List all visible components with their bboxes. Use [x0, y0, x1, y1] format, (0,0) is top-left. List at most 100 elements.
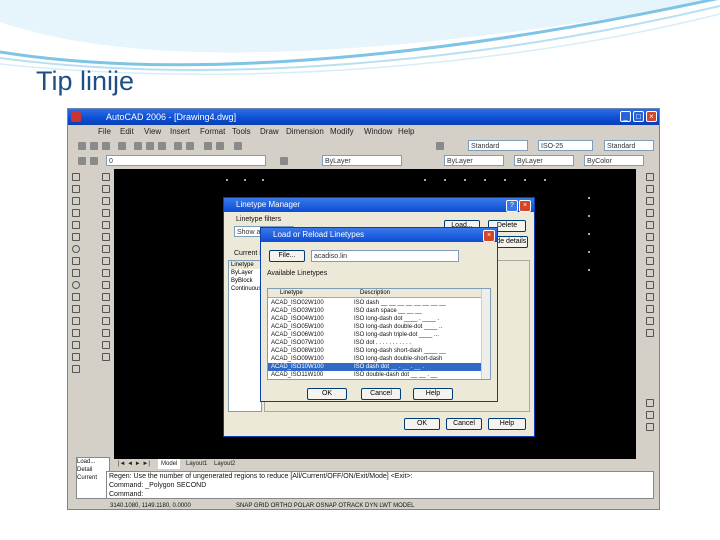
- layer-combo[interactable]: 0: [106, 155, 266, 166]
- table-row[interactable]: ACAD_ISO03W100 ISO dash space __ __ __: [268, 307, 490, 315]
- ok-button[interactable]: OK: [404, 418, 440, 430]
- color-combo[interactable]: ByLayer: [322, 155, 402, 166]
- dialog-help-icon[interactable]: ?: [506, 200, 518, 212]
- zoom-realtime-icon[interactable]: [646, 411, 654, 419]
- menu-modify[interactable]: Modify: [330, 125, 354, 138]
- polygon-icon[interactable]: [72, 209, 80, 217]
- table-row[interactable]: ACAD_ISO05W100 ISO long-dash double-dot _…: [268, 323, 490, 331]
- hatch-icon[interactable]: [72, 329, 80, 337]
- menu-format[interactable]: Format: [200, 125, 225, 138]
- menu-tools[interactable]: Tools: [232, 125, 251, 138]
- maximize-icon[interactable]: □: [633, 111, 644, 122]
- col-linetype[interactable]: Linetype: [280, 289, 303, 297]
- plotstyle-combo[interactable]: ByColor: [584, 155, 644, 166]
- help-icon[interactable]: [436, 142, 444, 150]
- leader-icon[interactable]: [646, 305, 654, 313]
- tab-layout1[interactable]: Layout1: [186, 459, 207, 469]
- chamfer-icon[interactable]: [102, 329, 110, 337]
- rotate-icon[interactable]: [102, 245, 110, 253]
- window-titlebar[interactable]: AutoCAD 2006 - [Drawing4.dwg] _ □ ×: [68, 109, 659, 125]
- table-style-combo[interactable]: Standard: [604, 140, 654, 151]
- orbit-icon[interactable]: [646, 399, 654, 407]
- new-icon[interactable]: [78, 142, 86, 150]
- command-line[interactable]: Regen: Use the number of ungenerated reg…: [106, 471, 654, 499]
- insert-block-icon[interactable]: [72, 293, 80, 301]
- move-icon[interactable]: [102, 233, 110, 241]
- mtext-icon[interactable]: [72, 365, 80, 373]
- angular-icon[interactable]: [646, 257, 654, 265]
- dim-style-combo[interactable]: ISO-25: [538, 140, 593, 151]
- redo-icon[interactable]: [186, 142, 194, 150]
- trim-icon[interactable]: [102, 281, 110, 289]
- make-current-icon[interactable]: [280, 157, 288, 165]
- dimension-icon[interactable]: [646, 173, 654, 181]
- linetype-list[interactable]: Linetype ByLayer ByBlock Continuous: [228, 260, 262, 412]
- list-item[interactable]: ByLayer: [229, 269, 261, 277]
- table-row[interactable]: ACAD_ISO10W100 ISO dash dot __ . __ . __ …: [268, 363, 490, 371]
- menu-edit[interactable]: Edit: [120, 125, 134, 138]
- radius-icon[interactable]: [646, 221, 654, 229]
- polyline-icon[interactable]: [72, 197, 80, 205]
- circle-icon[interactable]: [72, 245, 80, 253]
- pan-icon[interactable]: [204, 142, 212, 150]
- cut-icon[interactable]: [134, 142, 142, 150]
- rectangle-icon[interactable]: [72, 221, 80, 229]
- array-icon[interactable]: [102, 221, 110, 229]
- jogged-icon[interactable]: [646, 233, 654, 241]
- col-description[interactable]: Description: [360, 289, 390, 297]
- aligned-dim-icon[interactable]: [646, 185, 654, 193]
- erase-icon[interactable]: [102, 173, 110, 181]
- line-icon[interactable]: [72, 173, 80, 181]
- dialog-close-icon[interactable]: ×: [519, 200, 531, 212]
- zoom-icon[interactable]: [216, 142, 224, 150]
- undo-icon[interactable]: [174, 142, 182, 150]
- minimize-icon[interactable]: _: [620, 111, 631, 122]
- list-scrollbar[interactable]: [481, 289, 490, 379]
- ok-button[interactable]: OK: [307, 388, 347, 400]
- table-icon[interactable]: [72, 353, 80, 361]
- layer-manager-icon[interactable]: [78, 157, 86, 165]
- point-icon[interactable]: [72, 317, 80, 325]
- tolerance-icon[interactable]: [646, 317, 654, 325]
- table-row[interactable]: ACAD_ISO04W100 ISO long-dash dot ____ . _…: [268, 315, 490, 323]
- linetype-combo[interactable]: ByLayer: [444, 155, 504, 166]
- layer-state-icon[interactable]: [90, 157, 98, 165]
- stretch-icon[interactable]: [102, 269, 110, 277]
- menu-help[interactable]: Help: [398, 125, 414, 138]
- text-style-combo[interactable]: Standard: [468, 140, 528, 151]
- dialog-title[interactable]: Load or Reload Linetypes: [261, 228, 497, 242]
- table-row[interactable]: ACAD_ISO02W100 ISO dash __ __ __ __ __ __…: [268, 299, 490, 307]
- continue-icon[interactable]: [646, 293, 654, 301]
- list-item[interactable]: ByBlock: [229, 277, 261, 285]
- spline-icon[interactable]: [72, 269, 80, 277]
- extend-icon[interactable]: [102, 293, 110, 301]
- ellipse-icon[interactable]: [72, 281, 80, 289]
- print-icon[interactable]: [118, 142, 126, 150]
- quick-dim-icon[interactable]: [646, 269, 654, 277]
- table-row[interactable]: ACAD_ISO12W100 ISO dash double-dot __ . .…: [268, 379, 490, 380]
- copy-icon[interactable]: [146, 142, 154, 150]
- join-icon[interactable]: [102, 317, 110, 325]
- tab-nav-arrows-icon[interactable]: |◄ ◄ ► ►|: [118, 459, 150, 469]
- tab-layout2[interactable]: Layout2: [214, 459, 235, 469]
- properties-icon[interactable]: [234, 142, 242, 150]
- explode-icon[interactable]: [102, 353, 110, 361]
- menu-file[interactable]: File: [98, 125, 111, 138]
- menu-view[interactable]: View: [144, 125, 161, 138]
- menu-insert[interactable]: Insert: [170, 125, 190, 138]
- region-icon[interactable]: [72, 341, 80, 349]
- command-prompt[interactable]: Command:: [107, 490, 653, 499]
- break-icon[interactable]: [102, 305, 110, 313]
- close-icon[interactable]: ×: [646, 111, 657, 122]
- center-mark-icon[interactable]: [646, 329, 654, 337]
- baseline-icon[interactable]: [646, 281, 654, 289]
- cancel-button[interactable]: Cancel: [361, 388, 401, 400]
- open-icon[interactable]: [90, 142, 98, 150]
- copy-object-icon[interactable]: [102, 185, 110, 193]
- menu-dimension[interactable]: Dimension: [286, 125, 324, 138]
- tab-model[interactable]: Model: [158, 459, 181, 469]
- dialog-title[interactable]: Linetype Manager: [224, 198, 534, 212]
- arc-icon[interactable]: [72, 233, 80, 241]
- help-button[interactable]: Help: [413, 388, 453, 400]
- zoom-window-icon[interactable]: [646, 423, 654, 431]
